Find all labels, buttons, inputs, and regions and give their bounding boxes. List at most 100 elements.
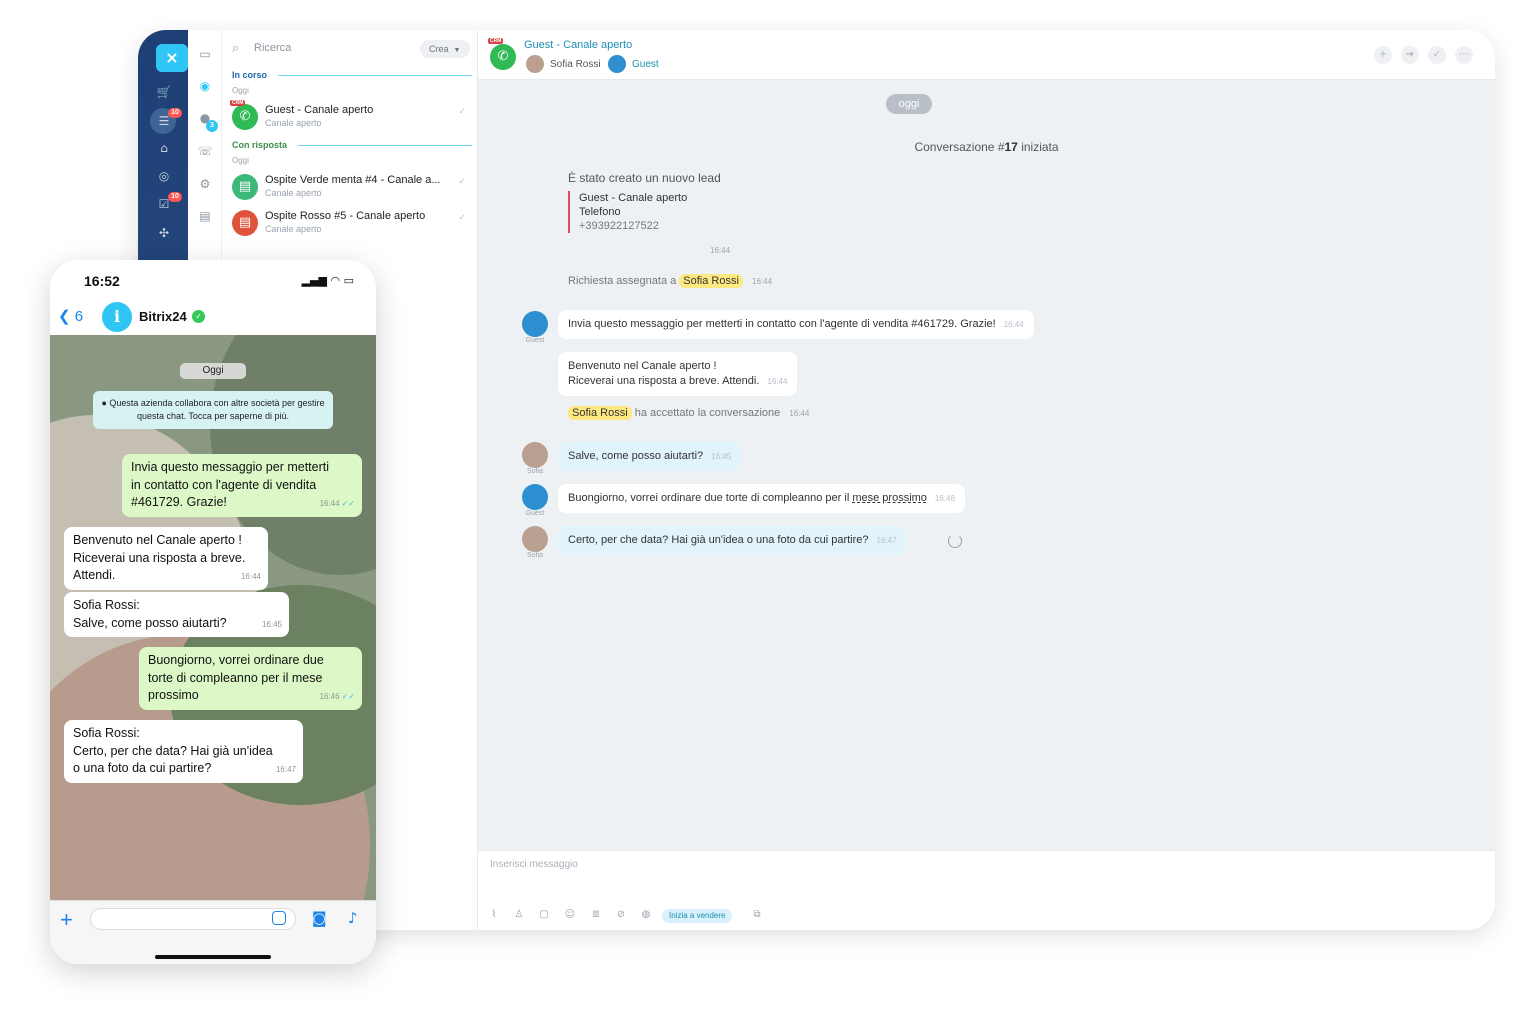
operator-mention[interactable]: Sofia Rossi [679,274,743,288]
cart-icon[interactable]: 🛒 [156,84,172,100]
chat-item-guest[interactable]: ✆ CRM Guest - Canale aperto Canale apert… [230,100,470,132]
accepted-notice: Sofia Rossi ha accettato la conversazion… [568,406,809,420]
read-ticks-icon: ✓✓ [341,692,355,701]
search-icon: ⌕ [232,41,240,56]
whatsapp-icon: ✆ [490,44,516,70]
contact-name[interactable]: Bitrix24 [139,309,187,324]
create-button[interactable]: Crea ▼ [420,40,470,58]
loading-spinner-icon [948,534,962,548]
message-composer[interactable]: Inserisci messaggio ⌇ ♙ ▢ ☺ ≣ ⊘ ◍ Inizia… [478,850,1495,930]
message-input[interactable]: Inserisci messaggio [490,859,578,870]
plus-icon[interactable]: + [60,907,73,933]
more-icon[interactable]: ⋯ [1455,46,1473,64]
home-indicator [155,955,271,959]
message-bubble[interactable]: Benvenuto nel Canale aperto ! Riceverai … [64,527,268,590]
camera-icon[interactable]: ◙ [312,909,327,927]
message-bubble[interactable]: Certo, per che data? Hai già un'idea o u… [558,526,907,555]
attach-icon[interactable]: ⌇ [488,909,500,921]
chat-icon[interactable]: ▭ [197,46,213,62]
message-bubble[interactable]: Buongiorno, vorrei ordinare due torte di… [558,484,965,513]
search-bar[interactable]: ⌕ Ricerca Crea ▼ [232,38,472,62]
whatsapp-icon: ✆ [232,104,258,130]
link-icon[interactable]: ⊘ [615,909,627,921]
message-bubble[interactable]: Benvenuto nel Canale aperto ! Riceverai … [558,352,798,396]
smile-icon[interactable]: ☺ [564,909,576,921]
close-icon[interactable]: × [156,44,188,72]
chat-item-name: Ospite Rosso #5 - Canale aperto [265,210,426,222]
message-bubble[interactable]: Sofia Rossi: Salve, come posso aiutarti?… [64,592,289,637]
day-separator: oggi [886,94,932,114]
lead-card[interactable]: Guest - Canale aperto Telefono +39392212… [568,191,687,233]
chevron-down-icon: ▼ [453,47,461,54]
message-bubble[interactable]: Sofia Rossi: Certo, per che data? Hai gi… [64,720,303,783]
complete-icon[interactable]: ✓ [1428,46,1446,64]
conversation-header: ✆ CRM Guest - Canale aperto Sofia Rossi … [478,30,1495,80]
user-icon[interactable]: ♙ [513,909,525,921]
check-icon: ✓ [458,106,466,116]
message-icon: ▤ [232,174,258,200]
message-bubble[interactable]: Invia questo messaggio per metterti in c… [122,454,362,517]
template-icon[interactable]: ▢ [538,909,550,921]
microphone-icon[interactable]: ♪ [348,909,358,927]
status-icons: ▂▄▆ ◠ ▭ [302,274,354,287]
start-selling-button[interactable]: Inizia a vendere [662,909,733,923]
day-separator: Oggi [180,363,246,379]
phone-message-input[interactable] [90,908,296,930]
section-title-answered: Con risposta [232,140,288,150]
forward-icon[interactable]: ➔ [1401,46,1419,64]
wifi-icon: ◠ [330,274,341,287]
operator-name[interactable]: Sofia Rossi [550,59,601,70]
message-bubble[interactable]: Invia questo messaggio per metterti in c… [558,310,1034,339]
phone-mockup: 16:52 ▂▄▆ ◠ ▭ ❮ 6 i Bitrix24 ✓ Oggi ● Qu… [50,260,376,964]
avatar [522,442,548,468]
contacts-badge: 3 [206,120,218,132]
add-icon[interactable]: + [1374,46,1392,64]
message-bubble[interactable]: Salve, come posso aiutarti? 16:45 [558,442,742,471]
sticker-icon[interactable] [272,911,286,925]
message-icon: ▤ [232,210,258,236]
crm-tag: CRM [488,38,504,44]
crm-tag: CRM [230,100,246,106]
lead-name: Guest - Canale aperto [579,192,688,204]
avatar [526,55,544,73]
chat-item-name: Guest - Canale aperto [265,104,374,116]
check-icon: ✓ [458,176,466,186]
window-icon[interactable]: ⧉ [751,909,763,921]
status-time: 16:52 [84,273,120,289]
business-notice[interactable]: ● Questa azienda collabora con altre soc… [93,391,333,429]
section-day: Oggi [232,86,249,95]
conversation-panel: ✆ CRM Guest - Canale aperto Sofia Rossi … [478,30,1495,930]
chevron-left-icon: ❮ [58,308,71,325]
avatar [522,526,548,552]
notification-badge: 10 [168,108,182,118]
chat-item-subtitle: Canale aperto [265,188,322,198]
back-button[interactable]: ❮ 6 [58,307,83,325]
section-divider [298,145,472,146]
avatar-label: Sofia [527,468,543,475]
chat-item-subtitle: Canale aperto [265,224,322,234]
signal-icon: ▂▄▆ [301,274,327,287]
notes-icon[interactable]: ▤ [197,208,213,224]
chat-item-red-guest[interactable]: ▤ Ospite Rosso #5 - Canale aperto Canale… [230,208,470,238]
form-icon[interactable]: ≣ [590,909,602,921]
chat-item-mint-guest[interactable]: ▤ Ospite Verde menta #4 - Canale a... Ca… [230,172,470,202]
phone-chat-area: Oggi ● Questa azienda collabora con altr… [50,335,376,900]
check-icon: ✓ [458,212,466,222]
chat-item-subtitle: Canale aperto [265,118,322,128]
conversation-title[interactable]: Guest - Canale aperto [524,39,632,51]
message-bubble[interactable]: Buongiorno, vorrei ordinare due torte di… [139,647,362,710]
share-icon[interactable]: ✣ [156,225,172,241]
avatar [608,55,626,73]
payment-icon[interactable]: ◍ [640,909,652,921]
guest-name[interactable]: Guest [632,59,659,70]
operator-mention[interactable]: Sofia Rossi [568,406,632,420]
lead-time: 16:44 [710,246,731,255]
contact-avatar[interactable]: i [102,302,132,332]
settings-icon[interactable]: ⚙ [197,176,213,192]
target-icon[interactable]: ◎ [156,168,172,184]
phone-icon[interactable]: ☏ [197,143,213,159]
bank-icon[interactable]: ⌂ [156,140,172,156]
search-input[interactable]: Ricerca [254,42,291,54]
openlines-icon[interactable]: ◉ [197,78,213,94]
read-ticks-icon: ✓✓ [341,499,355,508]
